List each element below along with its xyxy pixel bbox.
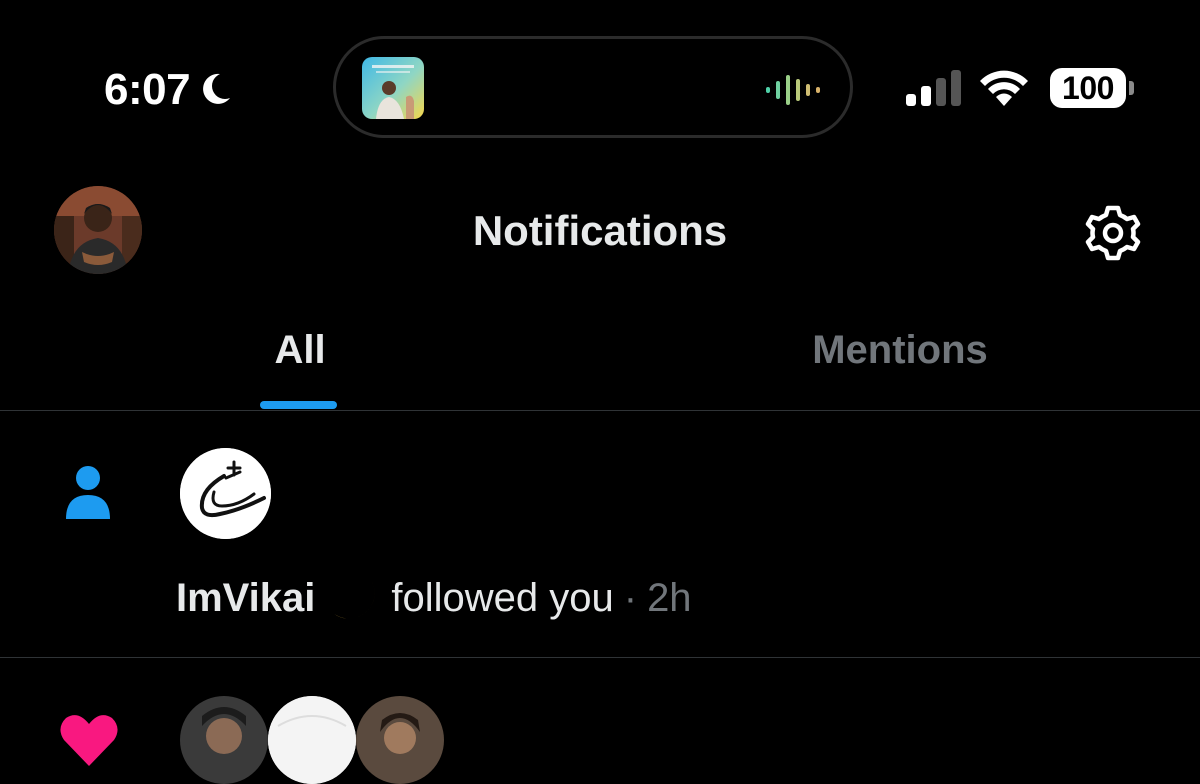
battery-level: 100 [1050,68,1126,108]
crescent-moon-emoji-icon [329,577,375,619]
liker-avatar[interactable] [356,696,444,784]
status-indicators: 100 [904,66,1134,110]
actor-name[interactable]: ImVikai [176,573,315,623]
status-time: 6:07 [104,65,191,114]
battery-indicator: 100 [1050,68,1134,108]
liker-avatar[interactable] [180,696,268,784]
heart-icon [60,715,118,766]
status-time-group: 6:07 [104,64,232,116]
notification-item[interactable]: ImVikai followed you · 2h [0,411,1200,658]
tab-all-label: All [274,328,326,372]
dynamic-island[interactable] [333,36,853,138]
battery-cap [1129,81,1134,95]
notification-item[interactable] [0,658,1200,784]
liker-avatar[interactable] [268,696,356,784]
waveform-icon [766,75,820,105]
person-icon [66,466,110,519]
tab-mentions-label: Mentions [812,328,988,372]
status-bar: 6:07 100 [0,0,1200,170]
page-title: Notifications [472,207,728,254]
cellular-signal-icon [906,70,961,106]
timestamp: 2h [647,576,692,620]
header: Notifications [0,170,1200,290]
tab-mentions[interactable]: Mentions [600,300,1200,410]
active-tab-indicator [260,401,337,409]
follower-avatar[interactable] [180,448,271,539]
wifi-icon [980,70,1028,106]
notification-tabs: All Mentions [0,300,1200,411]
moon-icon [203,73,231,104]
notification-text: ImVikai followed you · 2h [176,573,692,623]
gear-icon[interactable] [1084,204,1142,262]
action-text: followed you [391,576,614,620]
separator-dot: · [623,576,638,620]
album-art-thumbnail[interactable] [362,57,424,119]
tab-all[interactable]: All [0,300,600,410]
